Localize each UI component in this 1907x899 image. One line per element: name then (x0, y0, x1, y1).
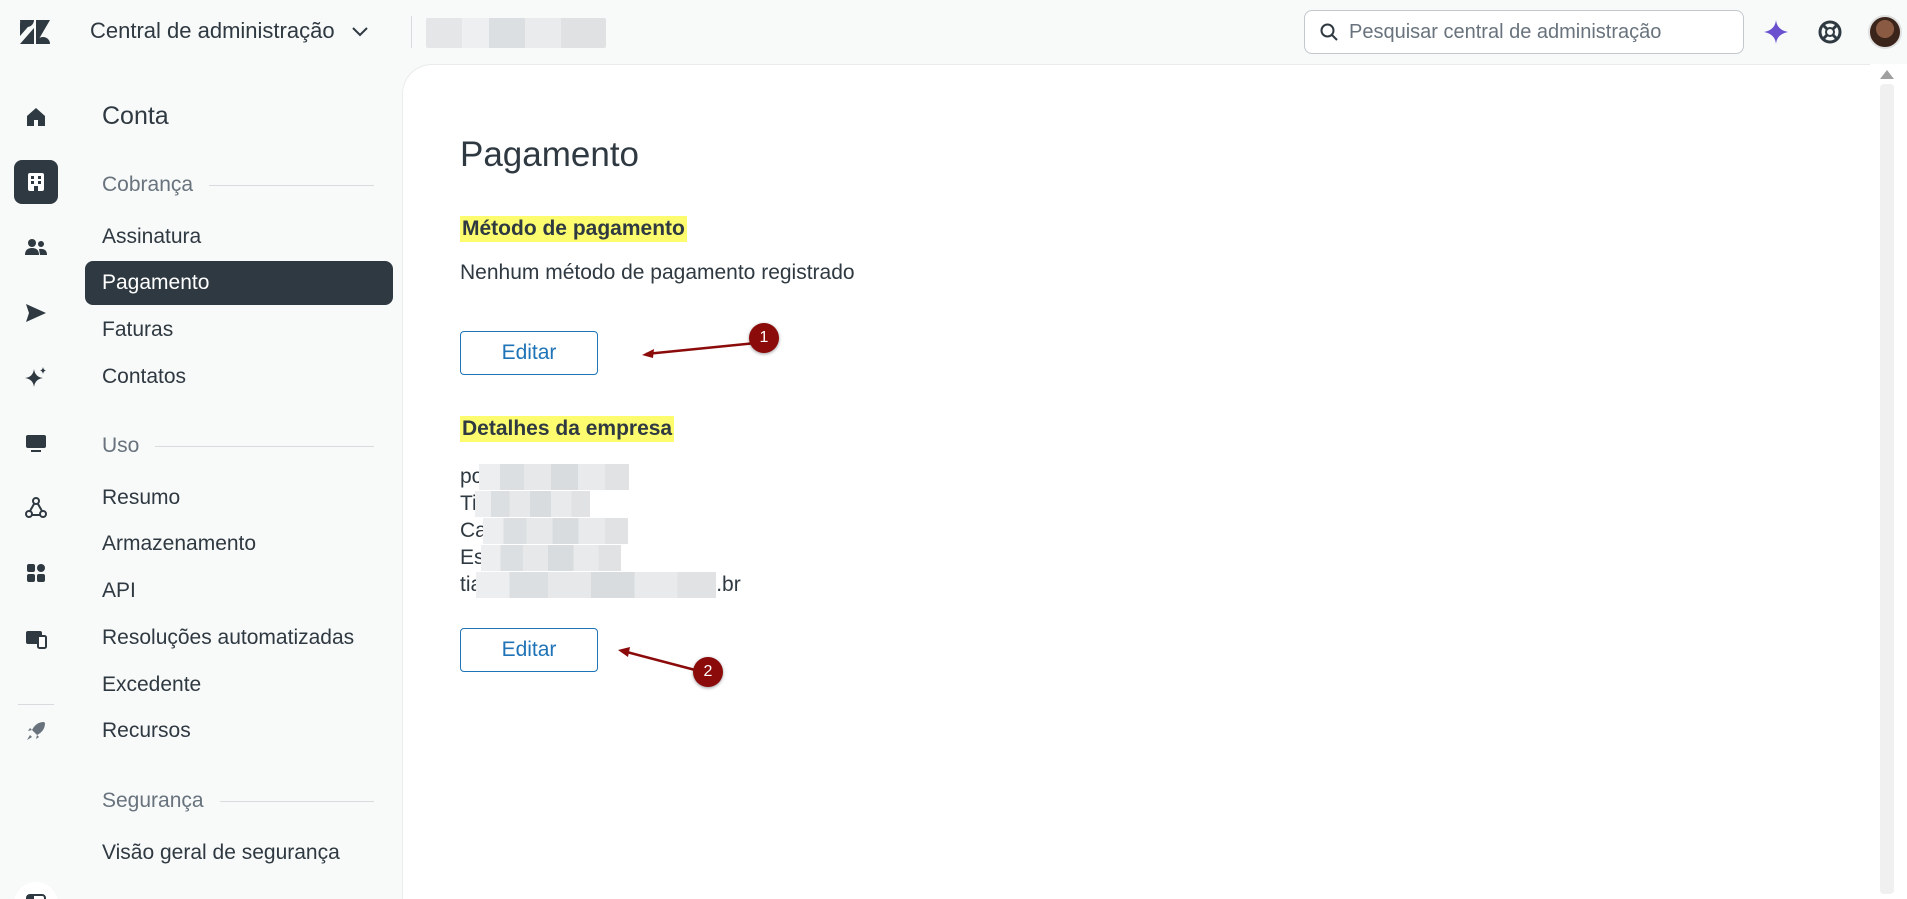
scroll-up-arrow-icon[interactable] (1880, 70, 1894, 79)
icon-rail (0, 64, 74, 899)
nav-item-automated-resolutions[interactable]: Resoluções automatizadas (85, 616, 393, 660)
company-detail-line: po (460, 463, 630, 490)
apps-icon (27, 564, 45, 582)
rail-ai[interactable] (14, 356, 58, 400)
nav-item-overage[interactable]: Excedente (85, 663, 393, 707)
edit-payment-method-button[interactable]: Editar (460, 331, 598, 375)
sidebar-toggle-icon (26, 894, 46, 899)
rail-devices[interactable] (14, 617, 58, 661)
rail-people[interactable] (14, 225, 58, 269)
nav-item-api[interactable]: API (85, 569, 393, 613)
group-billing: Cobrança (102, 173, 374, 197)
lifebuoy-icon (1818, 20, 1842, 44)
group-usage: Uso (102, 434, 374, 458)
nav-item-summary[interactable]: Resumo (85, 476, 393, 520)
page-title: Pagamento (460, 135, 640, 174)
company-email-line: tia .br (460, 571, 741, 598)
annotation-arrow-2 (618, 647, 700, 673)
avatar[interactable] (1868, 15, 1902, 49)
product-title: Central de administração (90, 18, 335, 43)
rail-objects[interactable] (14, 486, 58, 530)
nav-item-contacts[interactable]: Contatos (85, 355, 393, 399)
company-email-suffix: .br (716, 572, 741, 596)
monitor-icon (26, 435, 46, 452)
scrollbar[interactable] (1870, 64, 1907, 899)
rail-apps[interactable] (14, 551, 58, 595)
annotation-badge-1: 1 (749, 323, 779, 353)
product-switcher[interactable]: Central de administração (90, 18, 371, 44)
search-icon (1320, 23, 1338, 41)
zendesk-logo-icon[interactable] (20, 20, 50, 44)
sparkle-icon (25, 367, 46, 387)
group-billing-label: Cobrança (102, 173, 194, 196)
group-usage-label: Uso (102, 434, 140, 457)
account-name-redacted (426, 18, 606, 48)
rail-workspaces[interactable] (14, 421, 58, 465)
payment-method-status: Nenhum método de pagamento registrado (460, 261, 855, 284)
subnav-title: Conta (102, 102, 169, 130)
main-panel: Pagamento Método de pagamento Nenhum mét… (402, 64, 1870, 899)
redacted-text (482, 517, 628, 544)
search-box[interactable] (1304, 10, 1744, 54)
scroll-thumb[interactable] (1880, 84, 1894, 894)
sparkle-icon (1764, 20, 1788, 44)
group-security: Segurança (102, 789, 374, 813)
company-detail-line: Ca (460, 517, 628, 544)
people-icon (25, 239, 47, 255)
divider (411, 16, 412, 48)
top-bar: Central de administração (0, 0, 1907, 64)
nav-item-storage[interactable]: Armazenamento (85, 522, 393, 566)
building-icon (28, 173, 44, 191)
nav-item-subscription[interactable]: Assinatura (85, 215, 393, 259)
redacted-text (479, 463, 630, 490)
ai-assistant-button[interactable] (1762, 18, 1790, 46)
nav-item-resources[interactable]: Recursos (85, 709, 393, 753)
account-subnav: Conta Cobrança Assinatura Pagamento Fatu… (74, 64, 402, 899)
redacted-text (480, 544, 621, 571)
edit-company-details-button[interactable]: Editar (460, 628, 598, 672)
home-icon (27, 108, 45, 126)
annotation-arrow-1 (642, 341, 757, 358)
rail-get-started[interactable] (14, 709, 58, 753)
rail-home[interactable] (14, 95, 58, 139)
redacted-text (474, 490, 590, 517)
company-detail-line: Es (460, 544, 621, 571)
company-details-heading: Detalhes da empresa (460, 416, 675, 442)
search-input[interactable] (1349, 20, 1729, 44)
nav-item-payment[interactable]: Pagamento (85, 261, 393, 305)
annotation-badge-2: 2 (693, 657, 723, 687)
rocket-icon (27, 722, 45, 740)
nav-item-invoices[interactable]: Faturas (85, 308, 393, 352)
collapse-sidebar-button[interactable] (14, 882, 58, 899)
payment-method-heading: Método de pagamento (460, 216, 687, 242)
nav-item-security-overview[interactable]: Visão geral de segurança (85, 831, 393, 875)
rail-divider (18, 704, 54, 705)
rail-channels[interactable] (14, 291, 58, 335)
help-button[interactable] (1816, 18, 1844, 46)
group-security-label: Segurança (102, 789, 204, 812)
devices-icon (26, 631, 47, 649)
send-icon (26, 304, 46, 322)
objects-rules-icon (25, 497, 47, 518)
redacted-text (476, 571, 717, 598)
rail-account[interactable] (14, 160, 58, 204)
company-detail-line: Ti (460, 490, 590, 517)
chevron-down-icon (351, 27, 368, 37)
